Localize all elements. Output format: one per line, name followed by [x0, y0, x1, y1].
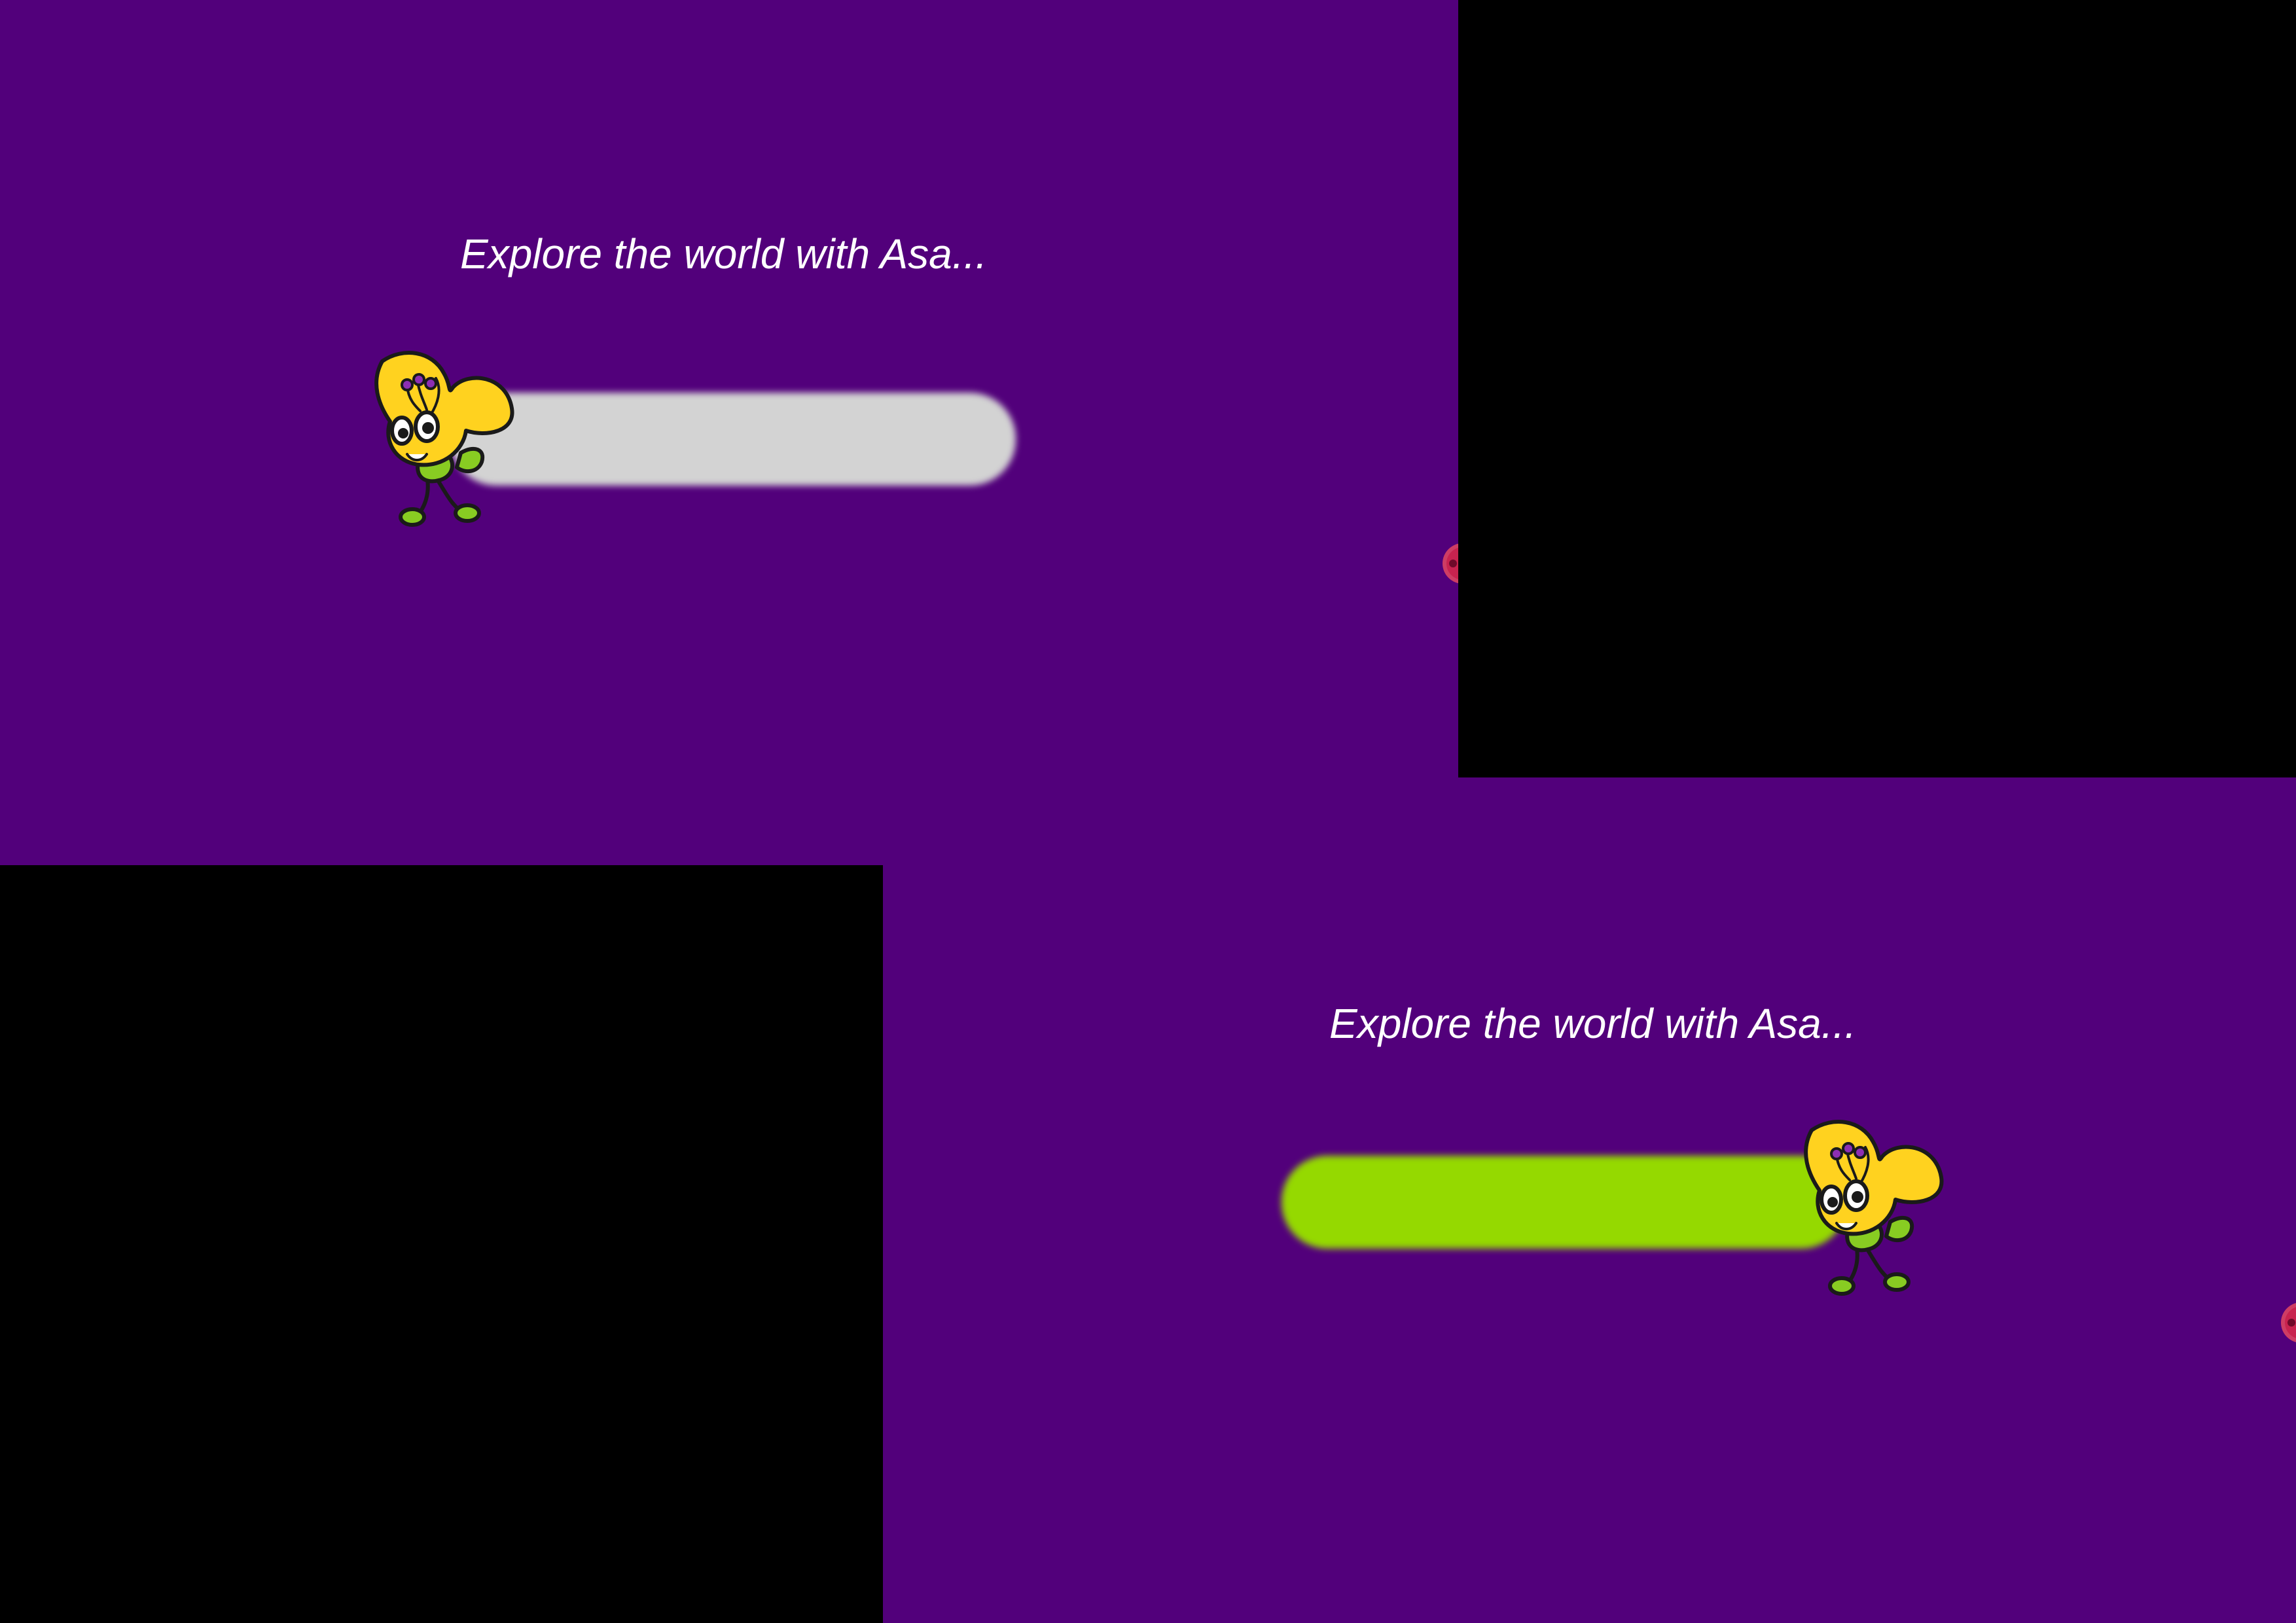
- loading-screen-complete: Explore the world with Asa...: [883, 777, 2296, 1623]
- loading-tagline: Explore the world with Asa...: [1329, 1000, 1857, 1047]
- asa-butterfly-mascot-icon: [1804, 1120, 1944, 1296]
- letterbox-top-right: [1458, 0, 2296, 777]
- asa-butterfly-mascot-icon: [374, 351, 514, 527]
- next-arrow-icon[interactable]: [1443, 543, 1458, 584]
- game-stage: Explore the world with Asa... Explore th…: [0, 0, 2296, 1623]
- loading-screen-start: Explore the world with Asa...: [0, 0, 1458, 865]
- loading-progress-bar: [450, 393, 1016, 486]
- loading-tagline: Explore the world with Asa...: [460, 230, 988, 277]
- loading-progress-fill: [1282, 1156, 1847, 1249]
- letterbox-bottom-left: [0, 865, 883, 1623]
- next-arrow-icon[interactable]: [2281, 1302, 2296, 1343]
- loading-progress-bar: [1282, 1156, 1847, 1249]
